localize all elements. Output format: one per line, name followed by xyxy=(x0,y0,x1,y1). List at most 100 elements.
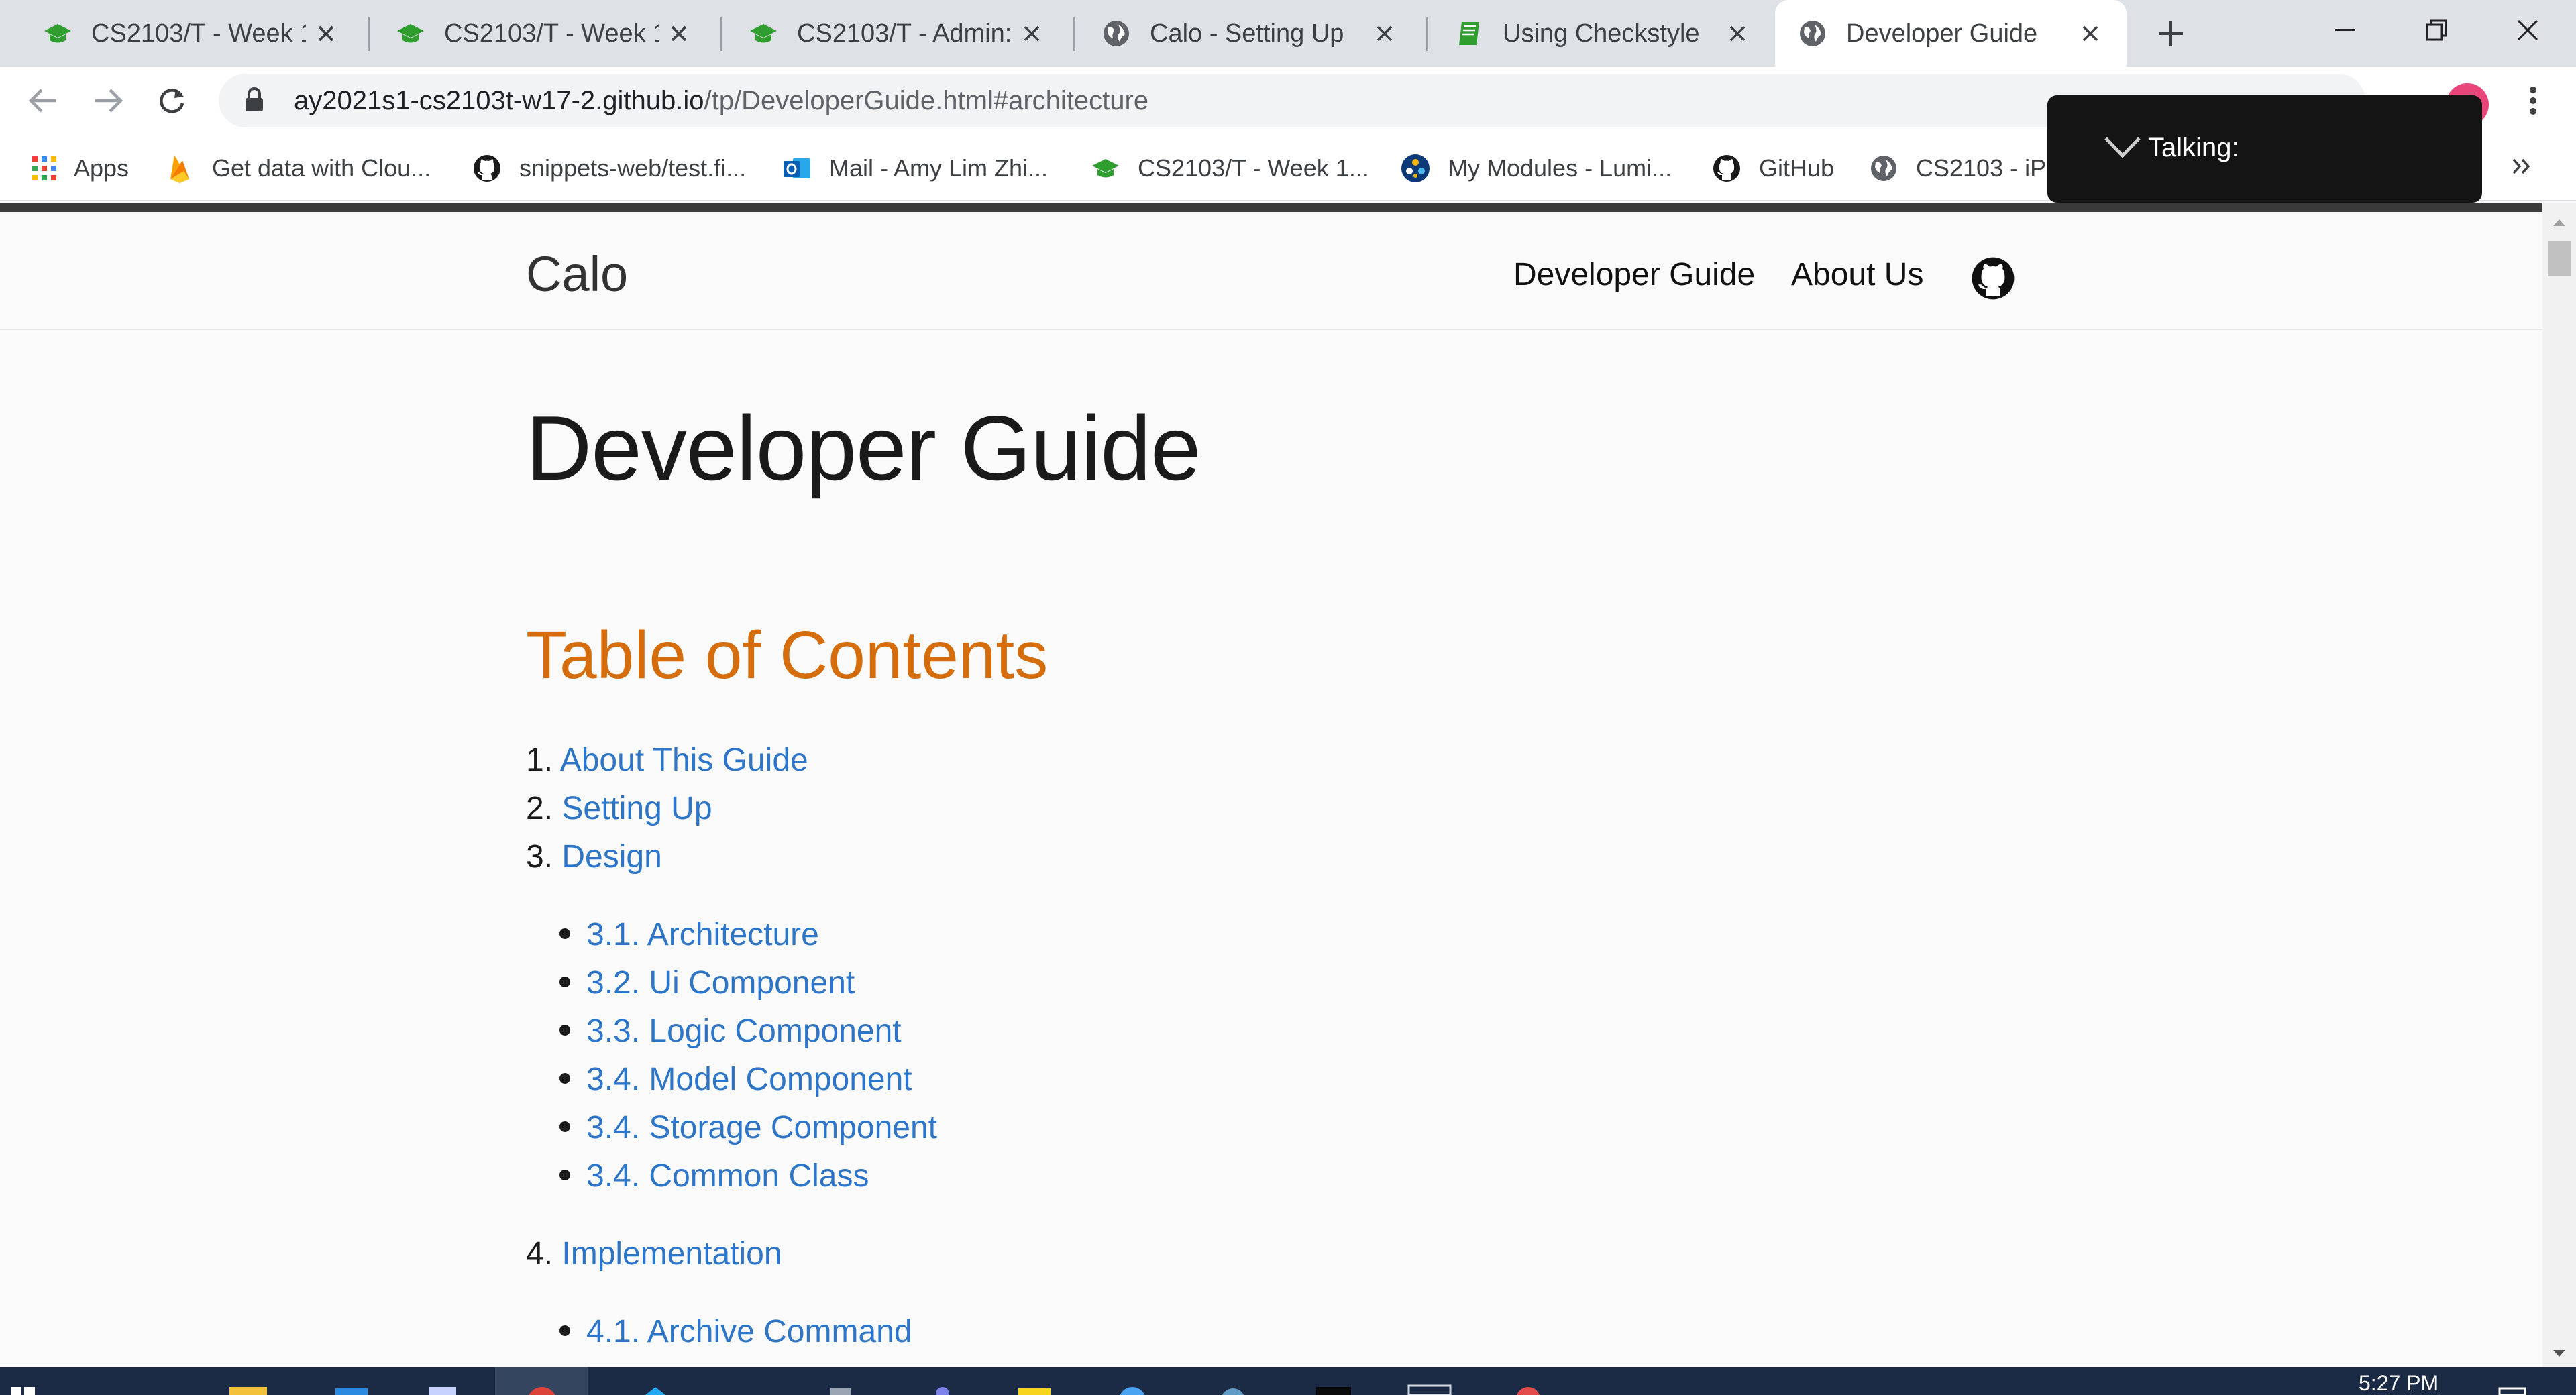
toc-subitem: 4.1. Archive Command xyxy=(559,1312,912,1352)
restore-button[interactable] xyxy=(2391,0,2482,60)
bookmarks-overflow-icon[interactable] xyxy=(2512,149,2532,182)
toc-number: 4. xyxy=(526,1236,553,1272)
url-text: ay2021s1-cs2103t-w17-2.github.io/tp/Deve… xyxy=(294,86,1148,116)
taskbar-clock[interactable]: 5:27 PM xyxy=(2359,1371,2438,1395)
page-scrollbar[interactable] xyxy=(2542,203,2576,1367)
tab-using-checkstyle[interactable]: Using Checkstyle xyxy=(1411,0,1774,67)
tab-cs2103-week13[interactable]: CS2103/T - Week 13 xyxy=(0,0,362,67)
bookmark-label: GitHub xyxy=(1759,154,1835,182)
bullet-icon xyxy=(559,1121,570,1133)
toc-link-setting-up[interactable]: Setting Up xyxy=(561,791,712,826)
page-viewport: Calo Developer Guide About Us Developer … xyxy=(0,203,2542,1367)
book-icon xyxy=(1454,19,1484,48)
bullet-icon xyxy=(559,1073,570,1084)
tab-developer-guide[interactable]: Developer Guide xyxy=(1775,0,2127,67)
bookmark-label: Apps xyxy=(74,154,129,182)
toc-link-logic-component[interactable]: 3.3. Logic Component xyxy=(586,1013,902,1049)
toc-number: 2. xyxy=(526,791,553,826)
forward-button[interactable] xyxy=(87,79,130,122)
app-icon[interactable] xyxy=(1111,1367,1154,1395)
bookmark-my-modules[interactable]: My Modules - Lumi... xyxy=(1401,152,1672,185)
reload-button[interactable] xyxy=(150,79,193,122)
bookmark-cs2103-ip[interactable]: CS2103 - iP xyxy=(1869,152,2046,185)
bookmark-cs2103-week1[interactable]: CS2103/T - Week 1... xyxy=(1091,152,1369,185)
window-close-button[interactable] xyxy=(2482,0,2573,60)
app-icon[interactable] xyxy=(824,1367,857,1395)
toc-link-storage-component[interactable]: 3.4. Storage Component xyxy=(586,1110,937,1146)
toc-link-archive-command[interactable]: 4.1. Archive Command xyxy=(586,1314,912,1349)
terminal-icon[interactable] xyxy=(1312,1367,1355,1395)
sticky-notes-icon[interactable] xyxy=(1014,1367,1055,1395)
globe-icon xyxy=(1869,154,1898,183)
nav-about-us[interactable]: About Us xyxy=(1791,256,1923,293)
toc-link-about-this-guide[interactable]: About This Guide xyxy=(560,742,808,778)
app-icon[interactable] xyxy=(1405,1367,1454,1395)
minimize-button[interactable] xyxy=(2300,0,2391,60)
browser-menu-icon[interactable] xyxy=(2512,79,2555,122)
toc-subitem: 3.2. Ui Component xyxy=(559,963,855,1003)
toc-link-architecture[interactable]: 3.1. Architecture xyxy=(586,917,819,952)
tab-title: CS2103/T - Week 13 xyxy=(91,19,306,48)
github-icon[interactable] xyxy=(1971,256,2015,300)
bookmark-snippets-web[interactable]: snippets-web/test.fi... xyxy=(472,152,746,185)
url-domain: ay2021s1-cs2103t-w17-2.github.io xyxy=(294,85,704,115)
graduation-cap-icon xyxy=(749,19,778,48)
toc-link-common-class[interactable]: 3.4. Common Class xyxy=(586,1158,869,1194)
toc-item: 4. Implementation xyxy=(526,1234,782,1274)
scroll-down-arrow-icon[interactable] xyxy=(2542,1340,2576,1367)
talking-label: Talking: xyxy=(2148,133,2239,162)
bookmark-label: My Modules - Lumi... xyxy=(1448,154,1672,182)
bookmark-firebase[interactable]: Get data with Clou... xyxy=(165,152,431,185)
chevron-down-icon[interactable] xyxy=(2104,135,2141,162)
toc-item: 1. About This Guide xyxy=(526,740,808,781)
notification-icon[interactable] xyxy=(2496,1367,2529,1395)
nav-developer-guide[interactable]: Developer Guide xyxy=(1513,256,1755,293)
start-icon[interactable] xyxy=(9,1367,36,1395)
github-icon xyxy=(472,154,502,183)
back-button[interactable] xyxy=(21,79,64,122)
toc-subitem: 3.1. Architecture xyxy=(559,915,819,955)
close-icon[interactable] xyxy=(659,13,699,54)
tab-cs2103-admin[interactable]: CS2103/T - Admin: th xyxy=(706,0,1068,67)
outlook-icon xyxy=(782,154,812,183)
app-icon[interactable] xyxy=(1213,1367,1253,1395)
toc-link-ui-component[interactable]: 3.2. Ui Component xyxy=(586,965,855,1001)
apps-grid-icon xyxy=(30,154,59,183)
luminus-icon xyxy=(1401,154,1430,183)
address-bar[interactable]: ay2021s1-cs2103t-w17-2.github.io/tp/Deve… xyxy=(219,74,2365,127)
globe-icon xyxy=(1798,19,1827,48)
tab-calo-setting-up[interactable]: Calo - Setting Up xyxy=(1059,0,1421,67)
store-icon[interactable] xyxy=(331,1367,372,1395)
close-icon[interactable] xyxy=(2070,13,2110,54)
bookmark-mail[interactable]: Mail - Amy Lim Zhi... xyxy=(782,152,1048,185)
app-icon[interactable] xyxy=(425,1367,462,1395)
tab-title: CS2103/T - Week 1 - xyxy=(444,19,659,48)
bookmark-github[interactable]: GitHub xyxy=(1712,152,1834,185)
bookmark-label: CS2103 - iP xyxy=(1916,154,2047,182)
toc-link-design[interactable]: Design xyxy=(561,839,661,875)
site-brand-link[interactable]: Calo xyxy=(526,245,628,302)
vscode-icon[interactable] xyxy=(639,1367,672,1395)
windows-taskbar: 5:27 PM xyxy=(0,1367,2576,1395)
teams-icon[interactable] xyxy=(924,1367,961,1395)
close-icon[interactable] xyxy=(306,13,346,54)
toc-heading: Table of Contents xyxy=(526,618,1049,693)
globe-icon xyxy=(1102,19,1131,48)
toc-link-implementation[interactable]: Implementation xyxy=(561,1236,782,1272)
close-icon[interactable] xyxy=(1717,13,1758,54)
firebase-icon xyxy=(165,154,195,183)
bookmark-label: Mail - Amy Lim Zhi... xyxy=(829,154,1049,182)
scrollbar-thumb[interactable] xyxy=(2548,241,2571,276)
scroll-up-arrow-icon[interactable] xyxy=(2542,209,2576,236)
file-explorer-icon[interactable] xyxy=(227,1367,270,1395)
new-tab-button[interactable] xyxy=(2151,13,2191,54)
close-icon[interactable] xyxy=(1012,13,1052,54)
app-icon[interactable] xyxy=(1507,1367,1550,1395)
bookmark-apps[interactable]: Apps xyxy=(30,152,129,185)
toc-item: 2. Setting Up xyxy=(526,789,712,829)
chrome-icon[interactable] xyxy=(521,1367,564,1395)
close-icon[interactable] xyxy=(1364,13,1405,54)
toc-subitem: 3.4. Model Component xyxy=(559,1060,912,1100)
toc-link-model-component[interactable]: 3.4. Model Component xyxy=(586,1062,912,1097)
tab-cs2103-week1[interactable]: CS2103/T - Week 1 - xyxy=(353,0,715,67)
